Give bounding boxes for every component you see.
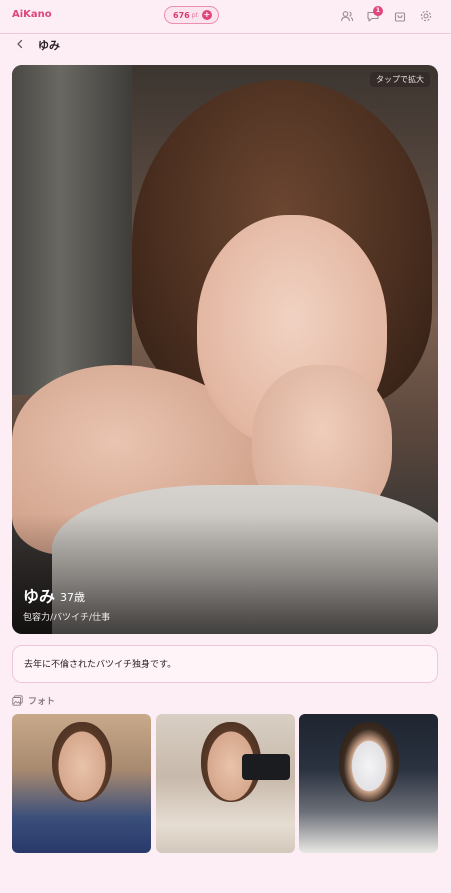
chevron-left-icon[interactable] <box>14 38 26 50</box>
top-bar: AiKano 676 pt + 1 <box>0 0 451 34</box>
page-title: ゆみ <box>38 39 60 52</box>
points-unit: pt <box>191 11 198 19</box>
points-value: 676 <box>173 10 190 20</box>
profile-age: 37歳 <box>60 591 85 604</box>
photos-heading: フォト <box>12 693 55 707</box>
photo-thumbnail-1[interactable] <box>12 714 151 853</box>
profile-main-photo[interactable]: タップで拡大 ゆみ 37歳 包容力/バツイチ/仕事 <box>12 65 438 634</box>
friends-icon[interactable] <box>340 9 354 23</box>
profile-name: ゆみ <box>23 587 56 606</box>
plus-icon: + <box>201 10 212 20</box>
profile-bio: 去年に不倫されたバツイチ独身です。 <box>12 645 438 683</box>
photos-heading-label: フォト <box>28 696 56 707</box>
zoom-hint: タップで拡大 <box>370 72 430 87</box>
shop-bag-icon[interactable] <box>393 9 407 23</box>
notification-badge: 1 <box>373 6 383 16</box>
thumbnail-subject <box>339 722 399 802</box>
settings-gear-icon[interactable] <box>419 9 433 23</box>
points-pill[interactable]: 676 pt + <box>164 6 219 24</box>
photo-background <box>12 65 132 395</box>
app-logo[interactable]: AiKano <box>12 9 52 20</box>
photo-thumbnail-2[interactable] <box>156 714 295 853</box>
thumbnail-subject <box>52 722 112 802</box>
photo-thumbnail-3[interactable] <box>299 714 438 853</box>
photo-gallery-icon <box>12 694 23 706</box>
profile-tags: 包容力/バツイチ/仕事 <box>23 613 111 623</box>
thumbnail-phone <box>242 754 290 780</box>
